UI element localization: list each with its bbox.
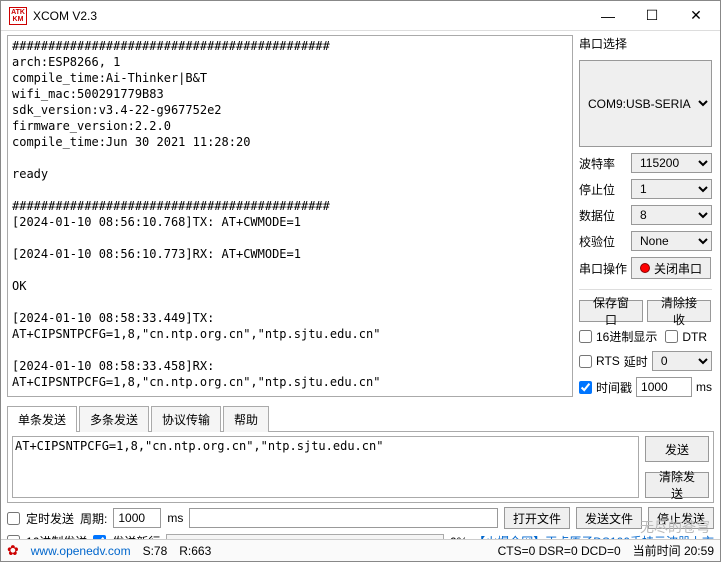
- send-file-button[interactable]: 发送文件: [576, 507, 642, 529]
- serial-select-label: 串口选择: [579, 35, 712, 52]
- delay-select[interactable]: 0: [652, 351, 712, 371]
- dtr-label: DTR: [682, 330, 707, 344]
- databits-select[interactable]: 8: [631, 205, 712, 225]
- terminal-output[interactable]: ########################################…: [7, 35, 573, 397]
- timestamp-label: 时间戳: [596, 379, 632, 396]
- timed-send-checkbox[interactable]: [7, 512, 20, 525]
- port-select[interactable]: COM9:USB-SERIAL: [579, 60, 712, 147]
- close-serial-label: 关闭串口: [654, 260, 702, 277]
- timestamp-input[interactable]: [636, 377, 692, 397]
- baud-label: 波特率: [579, 155, 627, 172]
- file-path-input[interactable]: [189, 508, 498, 528]
- tab-protocol[interactable]: 协议传输: [151, 406, 221, 432]
- website-link[interactable]: www.openedv.com: [31, 544, 131, 558]
- rts-label: RTS: [596, 354, 620, 368]
- serial-op-label: 串口操作: [579, 260, 627, 277]
- stopbits-label: 停止位: [579, 181, 627, 198]
- databits-label: 数据位: [579, 207, 627, 224]
- record-icon: [640, 263, 650, 273]
- tab-multi-send[interactable]: 多条发送: [79, 406, 149, 432]
- rts-checkbox[interactable]: [579, 355, 592, 368]
- close-serial-button[interactable]: 关闭串口: [631, 257, 711, 279]
- parity-label: 校验位: [579, 233, 627, 250]
- period-label: 周期:: [80, 510, 107, 527]
- serial-settings-panel: 串口选择 COM9:USB-SERIAL 波特率115200 停止位1 数据位8…: [575, 31, 720, 401]
- status-s: S:78: [143, 544, 168, 558]
- baud-select[interactable]: 115200: [631, 153, 712, 173]
- hex-display-label: 16进制显示: [596, 328, 657, 345]
- app-logo-icon: ATK KM: [9, 7, 27, 25]
- period-ms-label: ms: [167, 511, 183, 525]
- maximize-button[interactable]: ☐: [630, 2, 674, 30]
- timestamp-checkbox[interactable]: [579, 381, 592, 394]
- dtr-checkbox[interactable]: [665, 330, 678, 343]
- clear-rx-button[interactable]: 清除接收: [647, 300, 711, 322]
- send-panel: AT+CIPSNTPCFG=1,8,"cn.ntp.org.cn","ntp.s…: [7, 431, 714, 503]
- gear-icon[interactable]: ✿: [7, 542, 19, 559]
- status-time: 当前时间 20:59: [633, 542, 714, 559]
- parity-select[interactable]: None: [631, 231, 712, 251]
- titlebar: ATK KM XCOM V2.3 — ☐ ✕: [1, 1, 720, 31]
- send-button[interactable]: 发送: [645, 436, 709, 462]
- stop-send-button[interactable]: 停止发送: [648, 507, 714, 529]
- tab-help[interactable]: 帮助: [223, 406, 269, 432]
- send-input[interactable]: AT+CIPSNTPCFG=1,8,"cn.ntp.org.cn","ntp.s…: [12, 436, 639, 498]
- timed-send-label: 定时发送: [26, 510, 74, 527]
- status-bar: ✿ www.openedv.com S:78 R:663 CTS=0 DSR=0…: [1, 539, 720, 561]
- delay-label: 延时: [624, 353, 648, 370]
- timestamp-ms-label: ms: [696, 380, 712, 394]
- window-title: XCOM V2.3: [33, 9, 586, 23]
- save-window-button[interactable]: 保存窗口: [579, 300, 643, 322]
- minimize-button[interactable]: —: [586, 2, 630, 30]
- close-button[interactable]: ✕: [674, 2, 718, 30]
- tab-single-send[interactable]: 单条发送: [7, 406, 77, 432]
- status-r: R:663: [179, 544, 211, 558]
- hex-display-checkbox[interactable]: [579, 330, 592, 343]
- send-tabs: 单条发送 多条发送 协议传输 帮助: [7, 405, 720, 431]
- clear-send-button[interactable]: 清除发送: [645, 472, 709, 498]
- status-cts: CTS=0 DSR=0 DCD=0: [498, 544, 621, 558]
- lower-controls: 定时发送 周期: ms 打开文件 发送文件 停止发送: [7, 507, 714, 529]
- period-input[interactable]: [113, 508, 161, 528]
- stopbits-select[interactable]: 1: [631, 179, 712, 199]
- open-file-button[interactable]: 打开文件: [504, 507, 570, 529]
